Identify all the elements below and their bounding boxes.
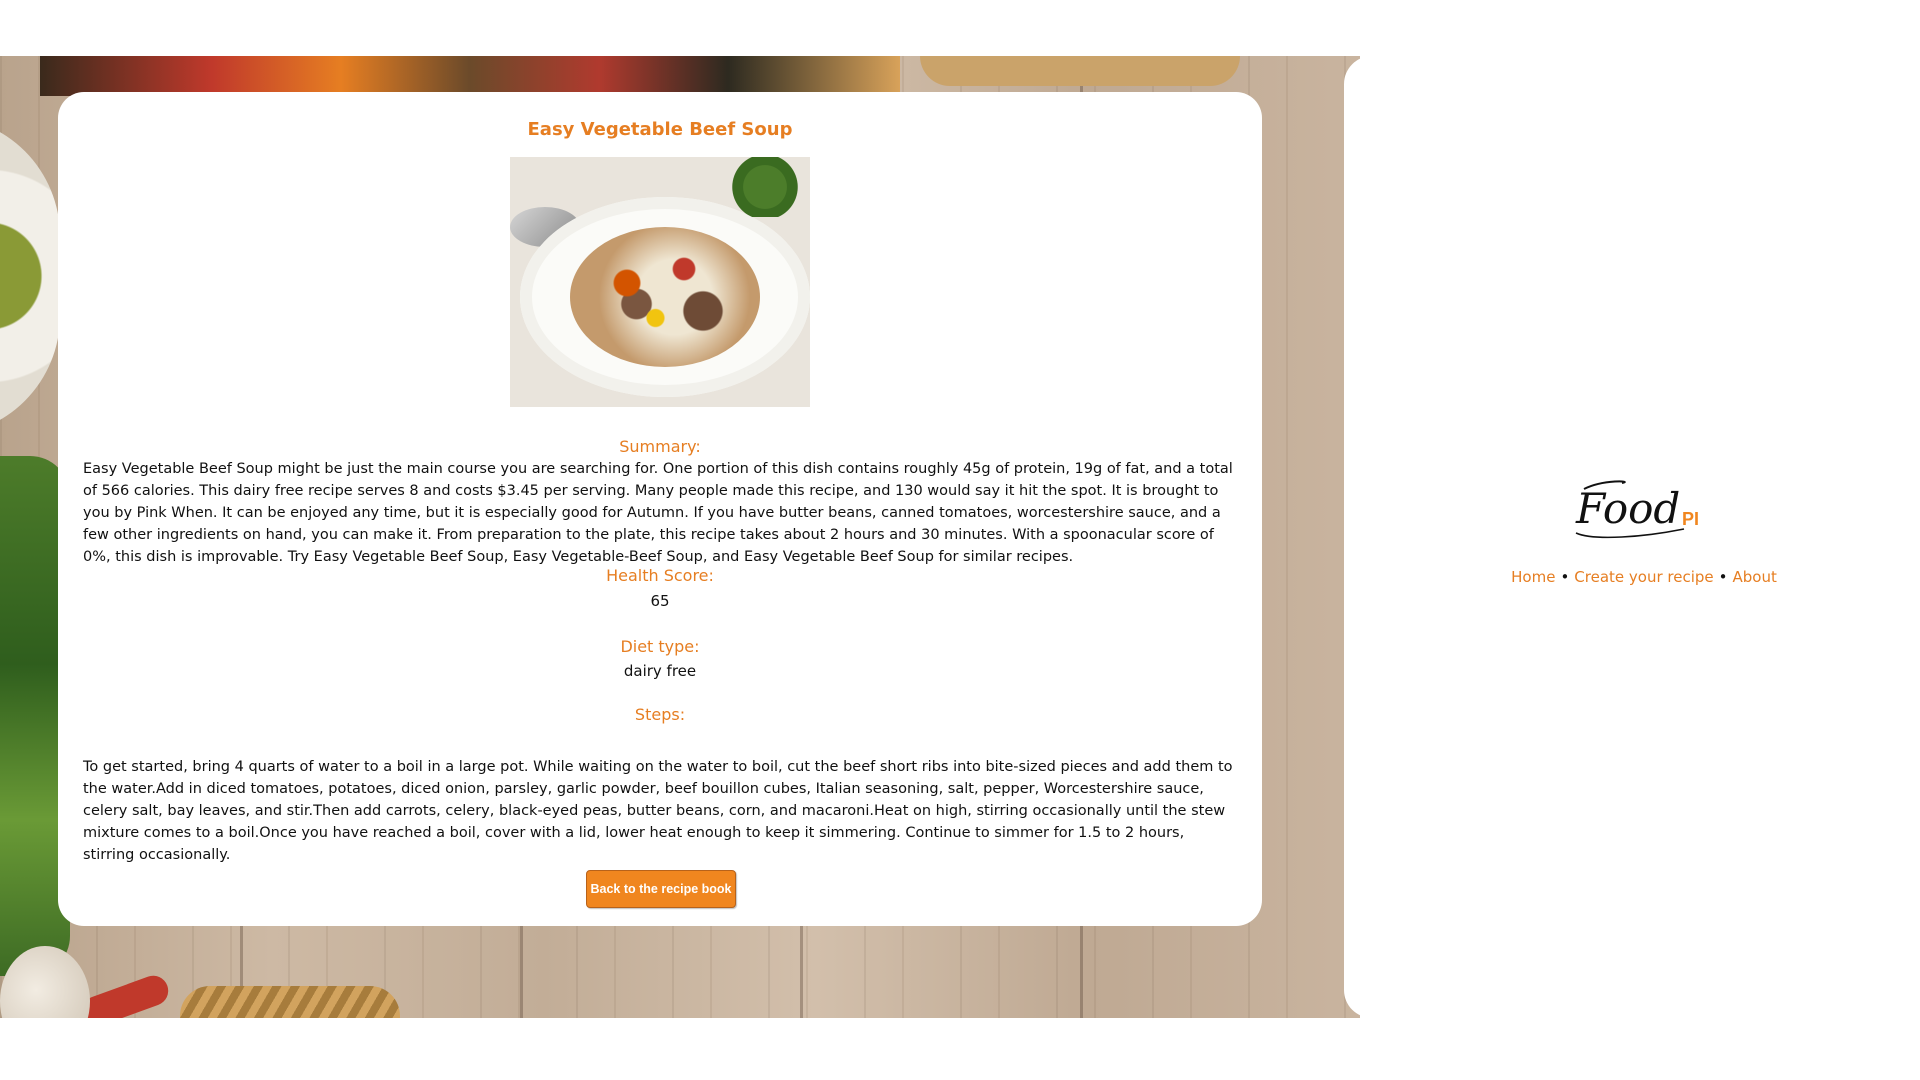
olive-bowl bbox=[0, 116, 60, 436]
back-to-recipe-book-button[interactable]: Back to the recipe book bbox=[586, 870, 736, 908]
sidebar-panel: Food PI Home • Create your recipe • About bbox=[1344, 56, 1920, 1018]
logo-main-text: Food bbox=[1575, 484, 1680, 533]
food-pan-top bbox=[40, 56, 900, 96]
main-nav: Home • Create your recipe • About bbox=[1464, 568, 1824, 586]
nav-create-recipe-link[interactable]: Create your recipe bbox=[1574, 568, 1713, 586]
chili-pepper bbox=[77, 971, 173, 1018]
recipe-detail-card: Easy Vegetable Beef Soup Summary: Easy V… bbox=[58, 92, 1262, 926]
recipe-image bbox=[510, 157, 810, 407]
diet-type-label: Diet type: bbox=[620, 637, 700, 656]
foodpi-logo-icon[interactable]: Food PI bbox=[1564, 471, 1714, 551]
nav-separator: • bbox=[1560, 568, 1570, 586]
summary-text: Easy Vegetable Beef Soup might be just t… bbox=[83, 461, 1233, 565]
steps-label: Steps: bbox=[634, 705, 686, 724]
bread-top bbox=[920, 56, 1240, 86]
nav-separator: • bbox=[1718, 568, 1728, 586]
page: Easy Vegetable Beef Soup Summary: Easy V… bbox=[0, 0, 1920, 1080]
health-score-value: 65 bbox=[650, 592, 670, 610]
steps-text: To get started, bring 4 quarts of water … bbox=[83, 759, 1233, 863]
beef-stew bbox=[570, 227, 760, 367]
nav-home-link[interactable]: Home bbox=[1511, 568, 1555, 586]
logo-suffix-text: PI bbox=[1682, 509, 1699, 529]
pasta-fusilli bbox=[180, 986, 400, 1018]
health-score-label: Health Score: bbox=[606, 566, 714, 585]
diet-type-value: dairy free bbox=[623, 662, 697, 680]
recipe-title: Easy Vegetable Beef Soup bbox=[527, 119, 793, 140]
nav-about-link[interactable]: About bbox=[1733, 568, 1777, 586]
summary-label: Summary: bbox=[619, 437, 701, 456]
